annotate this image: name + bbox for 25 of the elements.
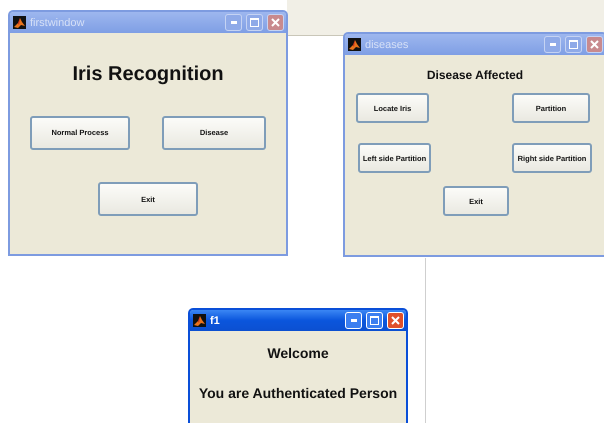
heading-text: Disease Affected: [426, 68, 524, 82]
close-icon: [271, 18, 280, 27]
peak-icon: [348, 38, 361, 51]
close-icon: [590, 40, 599, 49]
peak-icon: [193, 314, 206, 327]
peak-icon: [13, 16, 26, 29]
heading-text: Iris Recognition: [71, 63, 225, 86]
maximize-button[interactable]: [565, 36, 582, 53]
close-icon: [391, 316, 400, 325]
window-title: firstwindow: [30, 16, 86, 28]
window-title: diseases: [365, 38, 410, 50]
maximize-icon: [250, 18, 259, 27]
minimize-icon: [230, 21, 236, 24]
window-title: f1: [210, 314, 221, 326]
maximize-icon: [569, 40, 578, 49]
heading-text: Welcome: [266, 345, 330, 361]
minimize-icon: [550, 43, 556, 46]
close-button[interactable]: [586, 36, 603, 53]
maximize-button[interactable]: [246, 14, 263, 31]
minimize-button[interactable]: [225, 14, 242, 31]
minimize-icon: [350, 319, 356, 322]
heading-text: You are Authenticated Person: [198, 385, 398, 401]
minimize-button[interactable]: [544, 36, 561, 53]
close-button[interactable]: [267, 14, 284, 31]
maximize-icon: [370, 316, 379, 325]
